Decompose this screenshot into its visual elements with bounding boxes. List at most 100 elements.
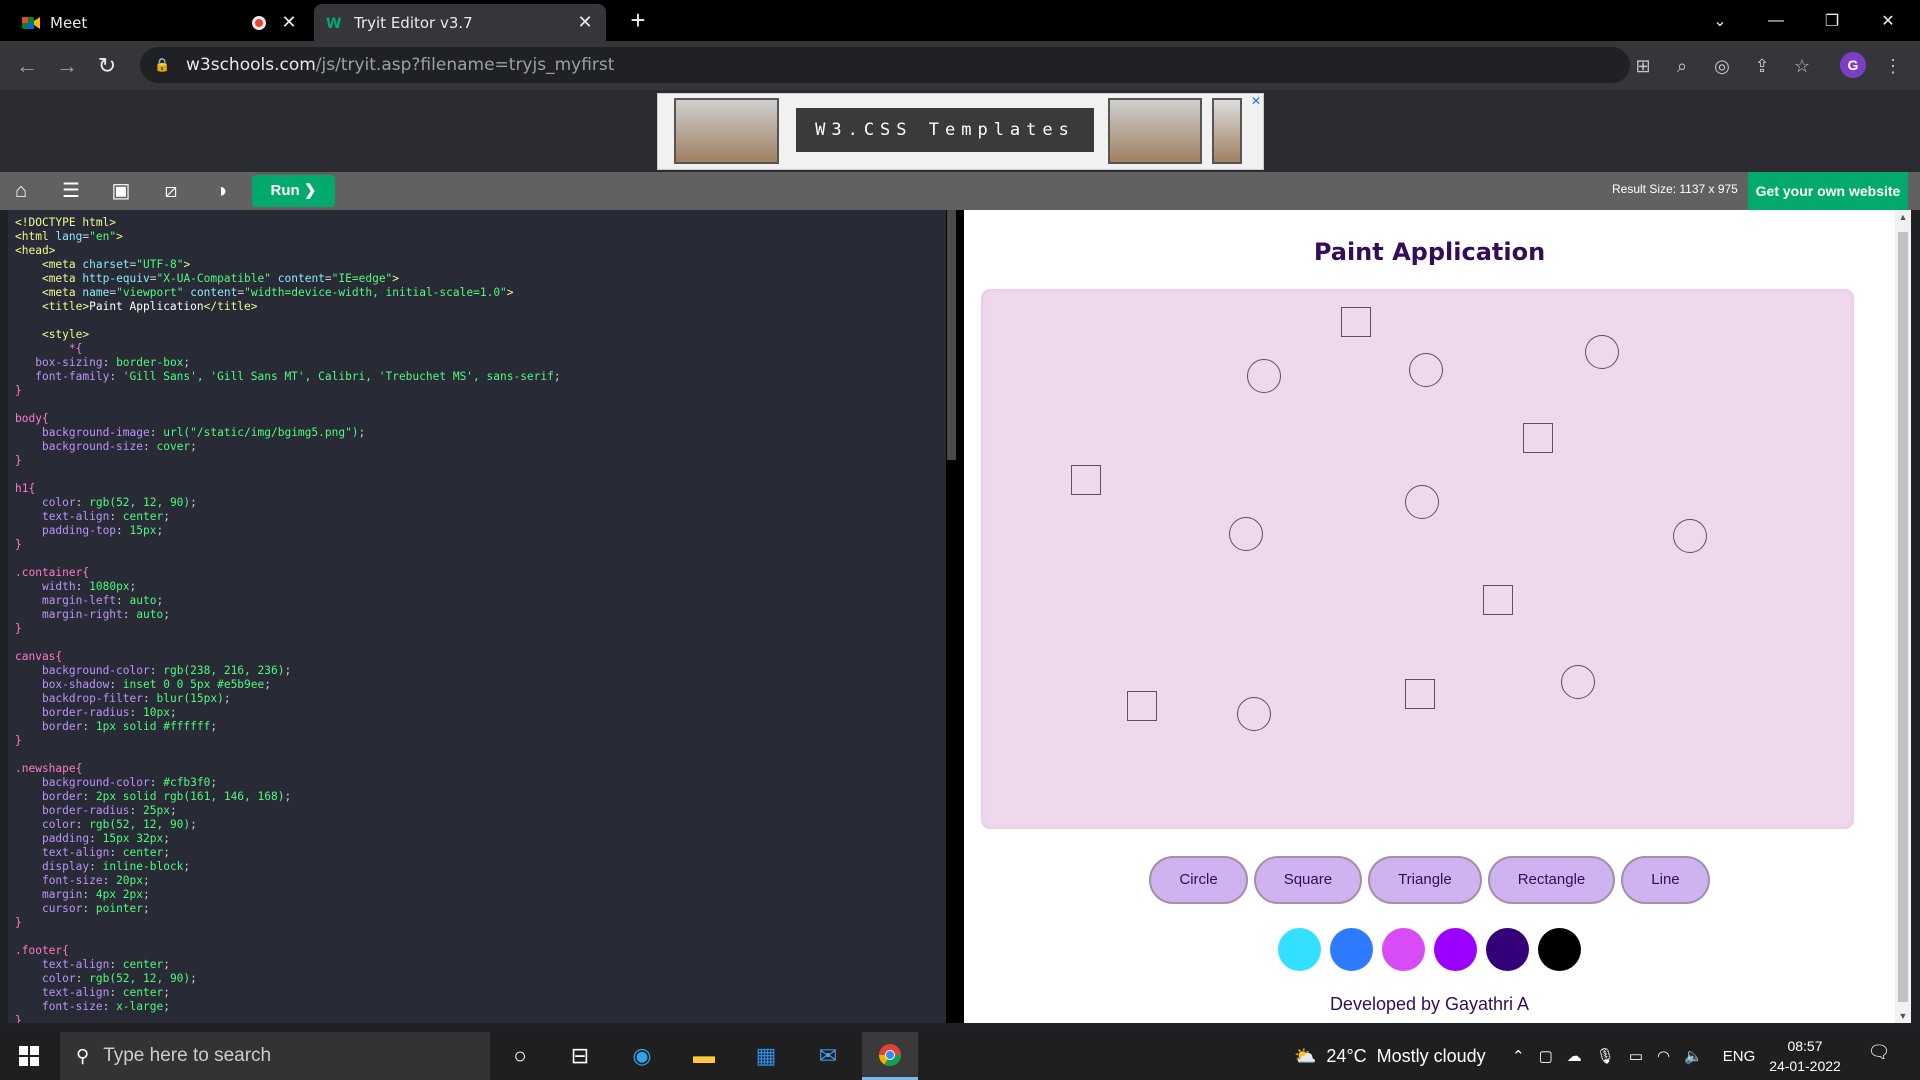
meet-tray-icon[interactable]: ▢ bbox=[1539, 1047, 1553, 1065]
color-swatch-3[interactable] bbox=[1382, 928, 1425, 971]
lock-icon: 🔒 bbox=[154, 57, 171, 73]
color-swatch-4[interactable] bbox=[1434, 928, 1477, 971]
circle-shape bbox=[1673, 519, 1707, 553]
share-icon[interactable]: ⇪ bbox=[1749, 53, 1775, 79]
circle-shape bbox=[1229, 517, 1263, 551]
color-swatch-5[interactable] bbox=[1486, 928, 1529, 971]
ad-phone-image bbox=[1212, 98, 1242, 164]
language-indicator[interactable]: ENG bbox=[1723, 1048, 1756, 1065]
search-icon: ⚲ bbox=[76, 1045, 90, 1066]
chrome-icon[interactable] bbox=[862, 1032, 918, 1080]
home-icon[interactable]: ⌂ bbox=[8, 179, 34, 203]
close-window-button[interactable]: ✕ bbox=[1860, 0, 1916, 41]
taskbar-search[interactable]: ⚲ Type here to search bbox=[60, 1032, 490, 1080]
square-shape bbox=[1523, 423, 1553, 453]
mail-icon[interactable]: ✉ bbox=[800, 1032, 856, 1080]
scroll-up-icon[interactable]: ▲ bbox=[1895, 212, 1911, 222]
close-tab-icon[interactable]: ✕ bbox=[280, 12, 298, 33]
bookmark-star-icon[interactable]: ☆ bbox=[1789, 53, 1815, 79]
file-explorer-icon[interactable]: ▬ bbox=[676, 1032, 732, 1080]
get-website-button[interactable]: Get your own website bbox=[1748, 172, 1908, 210]
tab-meet[interactable]: Meet ✕ bbox=[10, 4, 310, 41]
result-scrollbar[interactable]: ▲ ▼ bbox=[1895, 210, 1911, 1023]
task-view-icon[interactable]: ⊟ bbox=[552, 1032, 608, 1080]
save-icon[interactable]: ▣ bbox=[108, 179, 134, 203]
browser-tab-strip: Meet ✕ W Tryit Editor v3.7 ✕ + ⌄ — ❐ ✕ bbox=[0, 0, 1920, 41]
circle-button[interactable]: Circle bbox=[1149, 856, 1248, 904]
wifi-icon[interactable]: ◠ bbox=[1657, 1047, 1670, 1065]
circle-shape bbox=[1409, 353, 1443, 387]
page-title: Paint Application bbox=[1313, 238, 1546, 266]
ad-close-icon[interactable]: ✕ bbox=[1251, 94, 1261, 108]
scroll-down-icon[interactable]: ▼ bbox=[1895, 1011, 1911, 1021]
minimize-button[interactable]: — bbox=[1748, 0, 1804, 41]
eye-off-icon[interactable]: ◎ bbox=[1709, 53, 1735, 79]
color-swatch-1[interactable] bbox=[1278, 928, 1321, 971]
square-button[interactable]: Square bbox=[1253, 856, 1363, 904]
square-shape bbox=[1405, 679, 1435, 709]
circle-shape bbox=[1237, 697, 1271, 731]
browser-toolbar: ← → ↻ 🔒 w3schools.com/js/tryit.asp?filen… bbox=[0, 41, 1920, 90]
menu-icon[interactable]: ☰ bbox=[58, 179, 84, 203]
back-icon[interactable]: ← bbox=[12, 51, 42, 81]
zoom-icon[interactable]: ⌕ bbox=[1669, 53, 1695, 79]
ad-image bbox=[1108, 98, 1202, 164]
w3schools-icon: W bbox=[326, 14, 344, 32]
translate-icon[interactable]: ⊞ bbox=[1630, 53, 1656, 79]
color-swatch-row bbox=[964, 928, 1895, 971]
rectangle-button[interactable]: Rectangle bbox=[1487, 856, 1616, 904]
profile-avatar[interactable]: G bbox=[1840, 52, 1866, 78]
battery-icon[interactable]: ▭ bbox=[1629, 1047, 1643, 1065]
onedrive-icon[interactable]: ☁ bbox=[1567, 1047, 1582, 1065]
run-button[interactable]: Run ❯ bbox=[252, 175, 335, 207]
color-swatch-6[interactable] bbox=[1538, 928, 1581, 971]
system-tray: ⌃ ▢ ☁ 🎙 ▭ ◠ 🔈 ENG bbox=[1512, 1032, 1755, 1080]
clock[interactable]: 08:57 24-01-2022 bbox=[1760, 1036, 1850, 1076]
square-shape bbox=[1127, 691, 1157, 721]
microphone-icon[interactable]: 🎙 bbox=[1596, 1047, 1615, 1065]
weather-widget[interactable]: ⛅ 24°C Mostly cloudy bbox=[1294, 1032, 1486, 1080]
close-tab-icon[interactable]: ✕ bbox=[576, 12, 594, 33]
meet-icon bbox=[22, 14, 40, 32]
cloud-sun-icon: ⛅ bbox=[1294, 1045, 1317, 1066]
theme-contrast-icon[interactable]: ◑ bbox=[208, 179, 234, 203]
tab-tryit-editor[interactable]: W Tryit Editor v3.7 ✕ bbox=[314, 4, 606, 41]
address-bar[interactable]: 🔒 w3schools.com/js/tryit.asp?filename=tr… bbox=[140, 47, 1630, 83]
volume-icon[interactable]: 🔈 bbox=[1684, 1047, 1703, 1065]
triangle-button[interactable]: Triangle bbox=[1368, 856, 1482, 904]
pane-divider[interactable] bbox=[946, 210, 964, 1023]
result-scrollbar-thumb[interactable] bbox=[1898, 232, 1908, 1002]
search-placeholder: Type here to search bbox=[103, 1045, 272, 1066]
store-icon[interactable]: ▦ bbox=[738, 1032, 794, 1080]
circle-shape bbox=[1405, 485, 1439, 519]
rotate-icon[interactable]: ⧄ bbox=[158, 179, 184, 203]
cortana-icon[interactable]: ○ bbox=[492, 1032, 548, 1080]
result-pane: Paint Application Circle Square Triangle… bbox=[964, 210, 1895, 1023]
code-content: <!DOCTYPE html> <html lang="en"> <head> … bbox=[15, 216, 561, 1023]
reload-icon[interactable]: ↻ bbox=[92, 51, 122, 81]
edge-icon[interactable]: ◉ bbox=[614, 1032, 670, 1080]
tab-title: Meet bbox=[50, 13, 88, 32]
paint-canvas[interactable] bbox=[980, 288, 1855, 830]
footer-credit: Developed by Gayathri A bbox=[1329, 994, 1530, 1014]
ad-text: W3.CSS Templates bbox=[796, 108, 1094, 152]
code-editor[interactable]: <!DOCTYPE html> <html lang="en"> <head> … bbox=[8, 210, 946, 1023]
editor-scrollbar-thumb[interactable] bbox=[947, 210, 956, 460]
color-swatch-2[interactable] bbox=[1330, 928, 1373, 971]
restore-button[interactable]: ❐ bbox=[1804, 0, 1860, 41]
windows-start-icon[interactable] bbox=[0, 1032, 58, 1080]
new-tab-button[interactable]: + bbox=[624, 6, 652, 34]
tab-search-icon[interactable]: ⌄ bbox=[1692, 0, 1748, 41]
notification-icon[interactable]: 🗨 bbox=[1864, 1042, 1894, 1070]
ad-image bbox=[674, 98, 779, 164]
menu-kebab-icon[interactable]: ⋮ bbox=[1880, 53, 1906, 79]
square-shape bbox=[1341, 307, 1371, 337]
url-host: w3schools.com bbox=[186, 55, 316, 75]
forward-icon[interactable]: → bbox=[52, 51, 82, 81]
line-button[interactable]: Line bbox=[1621, 856, 1710, 904]
clock-time: 08:57 bbox=[1787, 1038, 1823, 1054]
ad-banner[interactable]: W3.CSS Templates ✕ bbox=[657, 93, 1264, 170]
tab-title: Tryit Editor v3.7 bbox=[354, 13, 473, 32]
shape-button-row: Circle Square Triangle Rectangle Line bbox=[964, 856, 1895, 904]
chevron-up-icon[interactable]: ⌃ bbox=[1512, 1047, 1525, 1065]
